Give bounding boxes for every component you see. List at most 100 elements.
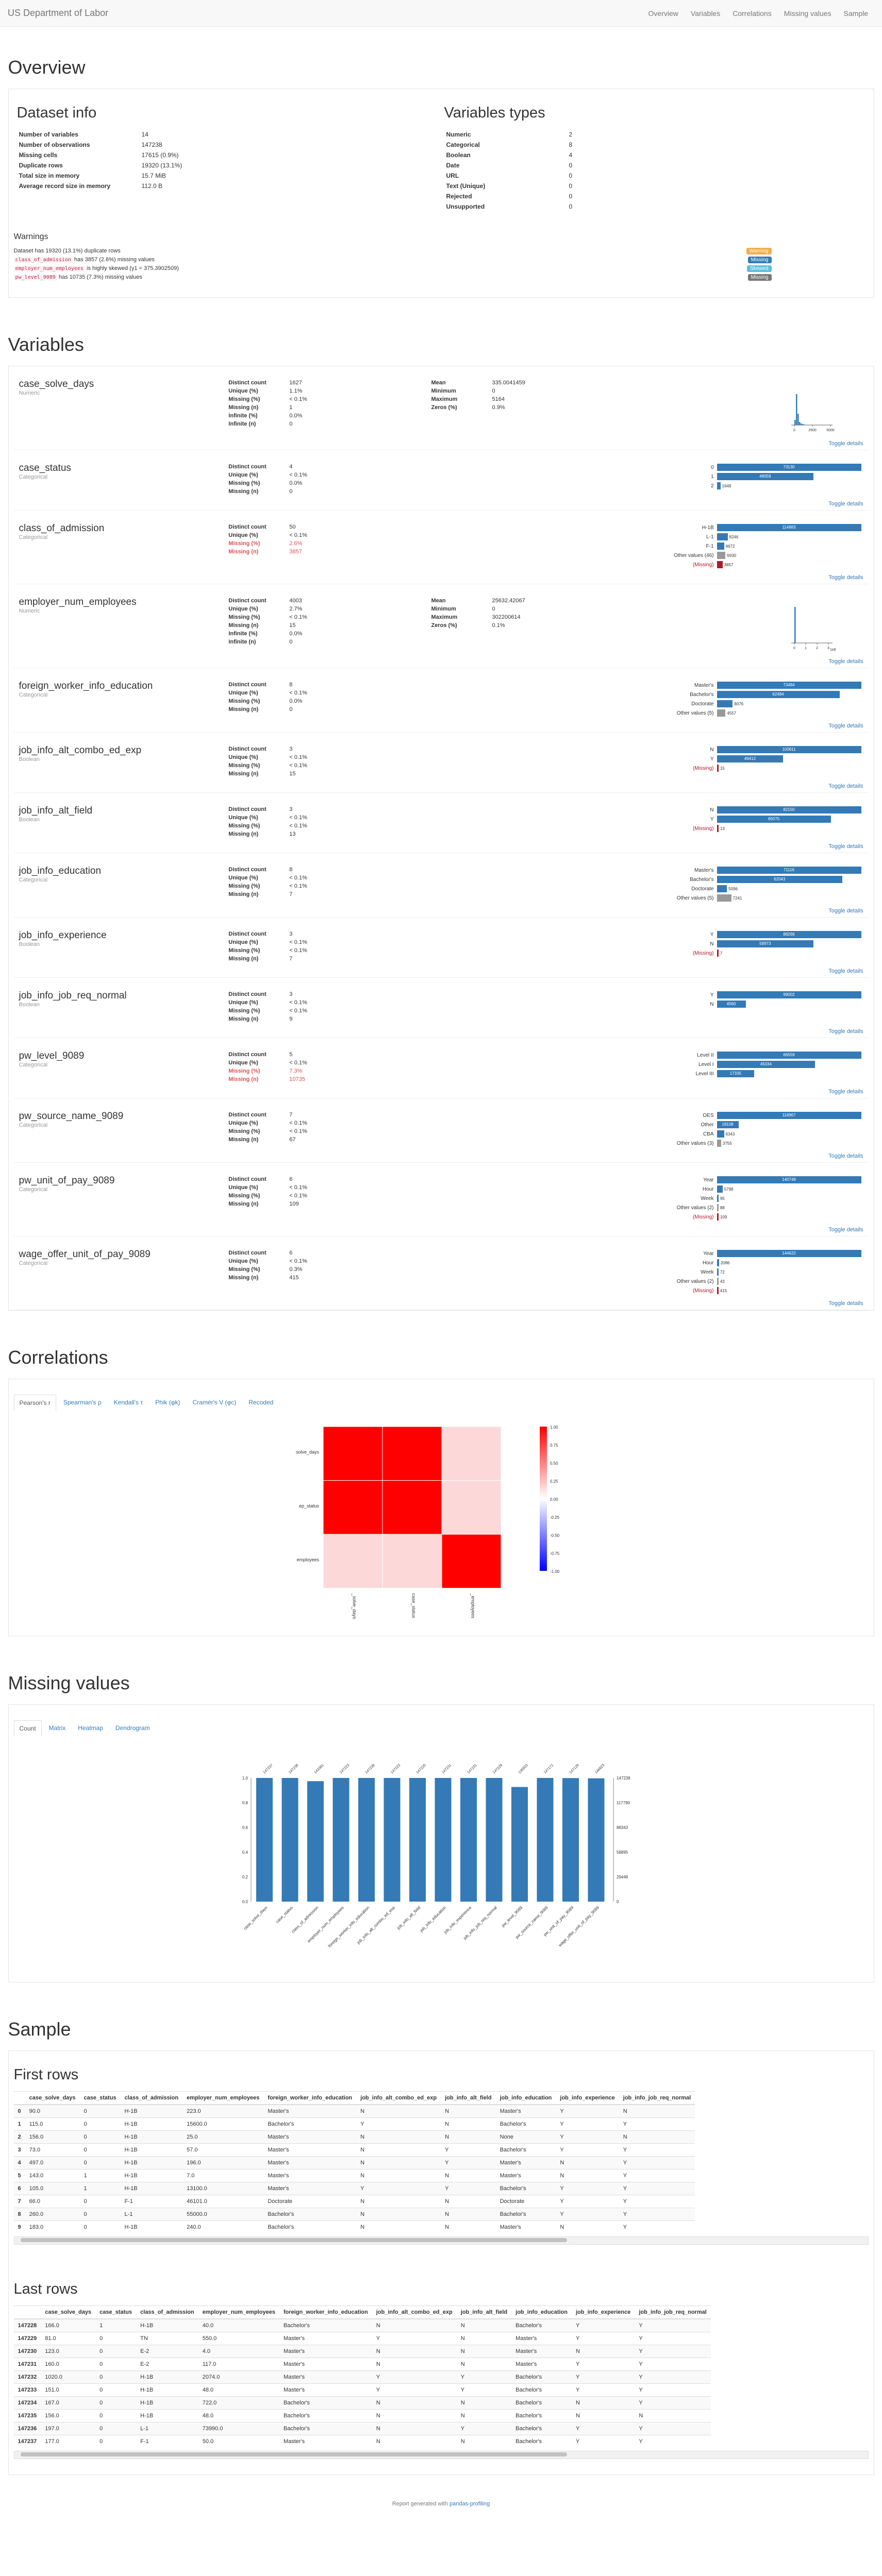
toggle-details-link[interactable]: Toggle details [19,1227,863,1233]
variable-name[interactable]: job_info_experience [19,930,227,941]
nav-link[interactable]: Correlations [726,9,777,18]
tab-3[interactable]: Phik (φk) [150,1395,185,1411]
tab-1[interactable]: Matrix [44,1720,71,1737]
info-row: Total size in memory 15.7 MiB [17,171,409,181]
brand[interactable]: US Department of Labor [8,8,108,19]
info-row: Average record size in memory 112.0 B [17,181,409,191]
heatmap-cell [441,1480,501,1535]
tab-5[interactable]: Recoded [243,1395,278,1411]
row-index: 4 [13,2156,25,2170]
frequency-row: Y 88266 [647,930,863,939]
stat-value: 3 [289,931,293,937]
table-cell: N [441,2208,496,2221]
frequency-row: Y 46412 [647,754,863,764]
table-row: 147235 156.0 0 H-1B 48.0 Bachelor's N N Bachelor… [13,2409,711,2422]
warning-variable[interactable]: class_of_admission [13,257,73,263]
table-cell: Y [635,2345,711,2358]
stat-value: 15 [289,771,296,777]
variable-name[interactable]: job_info_alt_combo_ed_exp [19,745,227,756]
first-rows-scroll[interactable]: case_solve_days case_status class_of_admis… [13,2091,864,2233]
footer-link[interactable]: pandas-profiling [450,2501,490,2507]
variable-name[interactable]: job_info_alt_field [19,805,227,817]
row-index: 9 [13,2221,25,2233]
last-rows-scrollbar[interactable] [13,2451,869,2459]
histogram-bin [798,422,800,425]
toggle-details-link[interactable]: Toggle details [19,1153,863,1159]
stat-row: Missing (n) 9 [226,1015,309,1023]
toggle-details-link[interactable]: Toggle details [19,1089,863,1095]
tab-0[interactable]: Count [13,1720,42,1737]
table-cell: N [441,2117,496,2131]
nav-link[interactable]: Sample [838,9,874,18]
tab-2[interactable]: Kendall's τ [109,1395,148,1411]
tab-2[interactable]: Heatmap [73,1720,108,1737]
toggle-details-link[interactable]: Toggle details [19,723,863,729]
stat-value: 1.1% [289,388,303,394]
heatmap-cell [323,1426,382,1481]
warning-variable[interactable]: pw_level_9089 [13,275,57,280]
nav-link[interactable]: Overview [642,9,685,18]
stat-row: Distinct count 3 [226,930,309,938]
table-cell: N [456,2358,512,2371]
y-tick-left: 0.4 [242,1850,248,1855]
variable-name[interactable]: pw_level_9089 [19,1050,227,1062]
toggle-details-link[interactable]: Toggle details [19,658,863,665]
toggle-details-link[interactable]: Toggle details [19,501,863,507]
variable-name[interactable]: job_info_education [19,866,227,877]
tab-1[interactable]: Spearman's ρ [58,1395,107,1411]
tab-0[interactable]: Pearson's r [13,1395,56,1411]
last-rows-scroll[interactable]: case_solve_days case_status class_of_admis… [13,2306,864,2448]
tab-3[interactable]: Dendrogram [110,1720,155,1737]
frequency-row: (Missing)1515 [647,764,863,773]
variable-name[interactable]: job_info_job_req_normal [19,990,227,1002]
sample-card: First rows case_solve_days case_status cla… [8,2050,874,2475]
nav-link[interactable]: Variables [685,9,726,18]
info-label: Number of variables [19,131,78,138]
frequency-bar: 4557 [717,709,726,717]
missing-bar [358,1778,375,1902]
stat-row: Distinct count 3 [226,745,309,753]
toggle-details-link[interactable]: Toggle details [19,968,863,974]
stat-row: Distinct count 4003 [226,597,309,605]
table-cell: 0 [95,2409,137,2422]
frequency-value-outside: 6343 [725,1131,735,1137]
frequency-row: Doctorate50965096 [647,884,863,893]
column-header: job_info_job_req_normal [619,2091,695,2105]
stat-value: 0.0% [289,480,303,486]
variable-name[interactable]: foreign_worker_info_education [19,681,227,692]
toggle-details-link[interactable]: Toggle details [19,783,863,789]
variable-name[interactable]: class_of_admission [19,523,227,534]
warning-text: employer_num_employees is highly skewed … [13,265,179,272]
toggle-details-link[interactable]: Toggle details [19,908,863,914]
nav-link[interactable]: Missing values [778,9,838,18]
stat-row: Unique (%) < 0.1% [226,814,309,822]
stat-row: Missing (%) < 0.1% [226,946,309,955]
stat-label: Missing (n) [228,706,259,713]
stat-value: 0.0% [289,698,303,704]
variable-name[interactable]: pw_source_name_9089 [19,1111,227,1122]
column-header: job_info_education [511,2306,572,2319]
variable-name[interactable]: wage_offer_unit_of_pay_9089 [19,1249,227,1260]
stat-label: Unique (%) [228,388,258,394]
variable-name[interactable]: case_solve_days [19,379,227,390]
table-cell: 1 [79,2182,121,2195]
toggle-details-link[interactable]: Toggle details [19,440,863,447]
tab-4[interactable]: Cramér's V (φc) [188,1395,242,1411]
first-rows-scrollbar[interactable] [13,2236,869,2245]
toggle-details-link[interactable]: Toggle details [19,1300,863,1307]
variable-name[interactable]: pw_unit_of_pay_9089 [19,1175,227,1187]
frequency-bars: Level II 66559 Level I 45034 Level III 17335 [647,1050,863,1078]
overview-card: Dataset info Number of variables 14 Number… [8,89,874,298]
variable-name[interactable]: case_status [19,463,227,474]
toggle-details-link[interactable]: Toggle details [19,1028,863,1035]
variable-name[interactable]: employer_num_employees [19,597,227,608]
stat-value: < 0.1% [289,883,307,889]
nav-links: Overview Variables Correlations Missing val… [642,9,874,18]
toggle-details-link[interactable]: Toggle details [19,843,863,850]
frequency-bar: 73484 [717,682,861,689]
warning-variable[interactable]: employer_num_employees [13,266,85,272]
stat-value: < 0.1% [289,532,307,538]
toggle-details-link[interactable]: Toggle details [19,574,863,581]
table-cell: 156.0 [25,2130,80,2144]
column-header: case_status [95,2306,137,2319]
